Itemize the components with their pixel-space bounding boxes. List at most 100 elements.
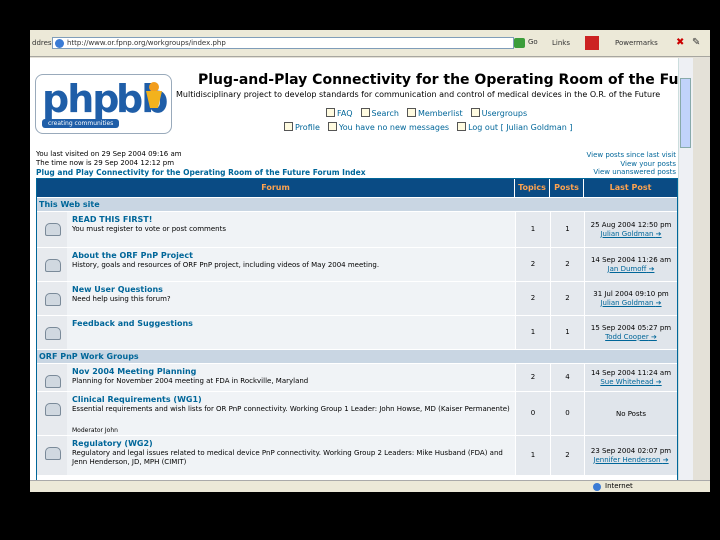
nav-profile-link[interactable]: Profile — [284, 122, 320, 132]
forum-title-link[interactable]: Regulatory (WG2) — [72, 439, 153, 448]
view-latest-post-icon[interactable]: ➔ — [663, 456, 669, 464]
last-post-user: Jan Dumoff — [607, 264, 647, 273]
forum-status-cell — [37, 364, 67, 391]
last-post-column-header: Last Post — [584, 179, 677, 197]
address-input[interactable]: http://www.or.fpnp.org/workgroups/index.… — [52, 37, 514, 49]
forum-title-link[interactable]: Nov 2004 Meeting Planning — [72, 367, 196, 376]
topics-cell: 2 — [515, 282, 550, 315]
forum-status-cell — [37, 248, 67, 281]
forum-moderator[interactable]: Moderator John — [72, 427, 118, 434]
last-post-date: 31 Jul 2004 09:10 pm — [593, 289, 669, 298]
view-latest-post-icon[interactable]: ➔ — [656, 230, 662, 238]
forum-row: About the ORF PnP Project History, goals … — [37, 247, 677, 281]
forum-description: Need help using this forum? — [72, 295, 171, 303]
logout-icon — [457, 122, 467, 131]
nav-faq-link[interactable]: FAQ — [326, 108, 353, 118]
last-post-user: Jennifer Henderson — [593, 455, 661, 464]
nav-label: Log out [ Julian Goldman ] — [468, 123, 573, 132]
nav-messages-link[interactable]: You have no new messages — [327, 122, 449, 132]
forum-row: Regulatory (WG2) Regulatory and legal iss… — [37, 435, 677, 475]
last-post-user-link[interactable]: Julian Goldman ➔ — [585, 299, 677, 307]
last-post-cell: 15 Sep 2004 05:27 pm Todd Cooper ➔ — [584, 316, 677, 349]
view-latest-post-icon[interactable]: ➔ — [649, 265, 655, 273]
logo-figure-icon — [146, 82, 162, 108]
category-title[interactable]: ORF PnP Work Groups — [39, 352, 139, 361]
posts-cell: 4 — [550, 364, 584, 391]
last-post-user-link[interactable]: Todd Cooper ➔ — [585, 333, 677, 341]
topics-column-header: Topics — [515, 179, 550, 197]
last-post-cell: 31 Jul 2004 09:10 pm Julian Goldman ➔ — [584, 282, 677, 315]
view-latest-post-icon[interactable]: ➔ — [656, 378, 662, 386]
posts-count: 1 — [565, 327, 570, 336]
category-title[interactable]: This Web site — [39, 200, 100, 209]
last-post-user: Julian Goldman — [600, 298, 654, 307]
forum-status-cell — [37, 316, 67, 349]
unanswered-posts-link[interactable]: View unanswered posts — [585, 168, 676, 176]
forum-title-link[interactable]: READ THIS FIRST! — [72, 215, 152, 224]
profile-icon — [284, 122, 293, 131]
posts-cell: 1 — [550, 212, 584, 247]
last-post-user-link[interactable]: Jennifer Henderson ➔ — [585, 456, 677, 464]
forum-title-link[interactable]: New User Questions — [72, 285, 163, 294]
forum-index-link[interactable]: Plug and Play Connectivity for the Opera… — [36, 168, 366, 177]
posts-count: 2 — [565, 450, 570, 459]
last-post-user-link[interactable]: Sue Whitehead ➔ — [585, 378, 677, 386]
phpbb-logo[interactable]: php bb creating communities — [35, 74, 172, 134]
forum-row: Nov 2004 Meeting Planning Planning for No… — [37, 363, 677, 391]
powermarks-button[interactable]: Powermarks — [615, 39, 658, 47]
posts-cell: 2 — [550, 282, 584, 315]
nav-memberlist-link[interactable]: Memberlist — [406, 108, 463, 118]
status-zone-text: Internet — [605, 482, 633, 490]
forum-title-link[interactable]: About the ORF PnP Project — [72, 251, 193, 260]
forum-status-icon — [45, 259, 61, 272]
posts-cell: 1 — [550, 316, 584, 349]
address-bar: ddress http://www.or.fpnp.org/workgroups… — [30, 30, 710, 57]
forum-column-header: Forum — [37, 179, 515, 197]
forum-status-icon — [45, 327, 61, 340]
edit-icon[interactable]: ✎ — [692, 37, 700, 48]
nav-search-link[interactable]: Search — [360, 108, 399, 118]
nav-row-1: FAQ Search Memberlist Usergroups — [326, 108, 535, 118]
topics-count: 1 — [530, 450, 536, 459]
toolbar-red-icon[interactable] — [585, 36, 599, 50]
url-text: http://www.or.fpnp.org/workgroups/index.… — [67, 39, 226, 47]
forum-table: Forum Topics Posts Last Post This Web si… — [36, 178, 678, 480]
forum-status-icon — [45, 403, 61, 416]
last-post-user-link[interactable]: Julian Goldman ➔ — [585, 230, 677, 238]
posts-cell: 2 — [550, 248, 584, 281]
scrollbar-thumb[interactable] — [680, 78, 691, 148]
usergroups-icon — [470, 108, 480, 117]
forum-description: You must register to vote or post commen… — [72, 225, 226, 233]
go-button[interactable]: Go — [514, 37, 540, 49]
nav-logout-link[interactable]: Log out [ Julian Goldman ] — [457, 122, 572, 132]
forum-status-icon — [45, 375, 61, 388]
posts-count: 0 — [565, 408, 570, 417]
nav-label: Search — [371, 109, 399, 118]
logo-php-text: php — [42, 77, 119, 121]
posts-count: 2 — [565, 259, 570, 268]
posts-cell: 0 — [550, 392, 584, 435]
posts-since-last-visit-link[interactable]: View posts since last visit — [585, 151, 676, 159]
forum-row: New User Questions Need help using this f… — [37, 281, 677, 315]
forum-status-cell — [37, 282, 67, 315]
forum-title-link[interactable]: Feedback and Suggestions — [72, 319, 193, 328]
forum-title-link[interactable]: Clinical Requirements (WG1) — [72, 395, 202, 404]
view-latest-post-icon[interactable]: ➔ — [651, 333, 657, 341]
forum-status-cell — [37, 212, 67, 247]
forum-row: READ THIS FIRST! You must register to vot… — [37, 211, 677, 247]
last-post-user-link[interactable]: Jan Dumoff ➔ — [585, 265, 677, 273]
your-posts-link[interactable]: View your posts — [585, 160, 676, 168]
last-post-user: Sue Whitehead — [600, 377, 654, 386]
last-post-date: 14 Sep 2004 11:24 am — [590, 368, 672, 377]
category-row: ORF PnP Work Groups — [37, 349, 677, 363]
topics-count: 1 — [530, 327, 536, 336]
category-row: This Web site — [37, 197, 677, 211]
nav-usergroups-link[interactable]: Usergroups — [470, 108, 527, 118]
forum-row: Feedback and Suggestions 1 1 15 Sep 2004 05… — [37, 315, 677, 349]
close-icon[interactable]: ✖ — [676, 37, 684, 48]
nav-label: FAQ — [337, 109, 353, 118]
topics-count: 2 — [530, 293, 536, 302]
view-latest-post-icon[interactable]: ➔ — [656, 299, 662, 307]
links-button[interactable]: Links — [552, 39, 570, 47]
vertical-scrollbar[interactable] — [678, 58, 693, 480]
